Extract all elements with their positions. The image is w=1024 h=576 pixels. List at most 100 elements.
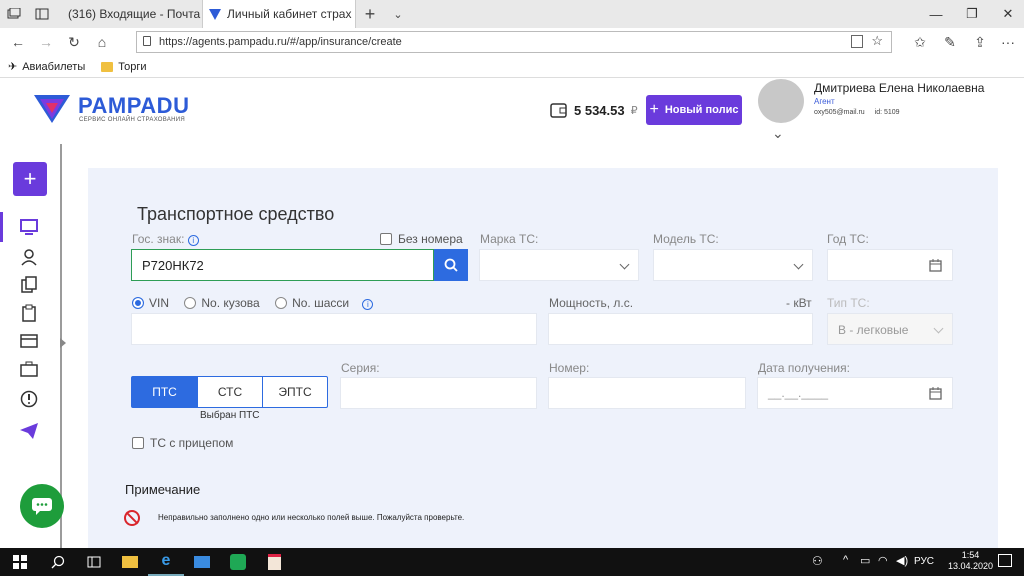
tray-chevron-up-icon[interactable]: ^ [843,554,848,566]
tab-actions-icon[interactable] [0,0,28,28]
search-icon [444,258,458,272]
forward-icon[interactable]: → [32,28,60,56]
pampadu-favicon-icon [209,8,221,20]
calendar-icon[interactable] [929,259,942,272]
more-icon[interactable]: ··· [994,28,1022,56]
clipboard-icon[interactable] [18,302,40,324]
sidebar-expand-icon[interactable] [60,338,66,348]
no-plate-label: Без номера [398,232,463,246]
card-icon[interactable] [18,330,40,352]
avatar[interactable] [758,79,804,123]
monitor-icon[interactable] [18,216,40,238]
notifications-icon[interactable] [998,554,1012,567]
edge-icon[interactable]: e [148,548,184,576]
back-icon[interactable]: ← [4,28,32,56]
language-indicator[interactable]: РУС [914,556,934,567]
doc-type-hint: Выбран ПТС [200,410,260,421]
trailer-checkbox-box[interactable] [132,437,144,449]
address-bar[interactable]: https://agents.pampadu.ru/#/app/insuranc… [136,31,892,53]
calendar-icon[interactable] [929,387,942,400]
radio-vin-dot[interactable] [132,297,144,309]
search-icon[interactable] [40,548,76,576]
share-icon[interactable]: ⇪ [966,28,994,56]
task-view-icon[interactable] [76,548,112,576]
plate-label-text: Гос. знак: [132,232,185,246]
file-explorer-icon[interactable] [112,548,148,576]
windows-start-icon[interactable] [0,548,40,576]
error-text: Неправильно заполнено одно или несколько… [158,513,465,522]
model-select[interactable] [653,249,813,281]
wifi-icon[interactable]: ◠ [878,554,888,567]
add-button[interactable]: + [13,162,47,196]
new-policy-button[interactable]: + Новый полис [646,95,742,125]
year-input[interactable] [827,249,953,281]
plate-search-button[interactable] [434,249,468,281]
people-icon[interactable]: ⚇ [812,554,823,568]
restore-icon[interactable]: ❐ [954,0,990,28]
series-input[interactable] [340,377,537,409]
tab-pampadu-label: Личный кабинет страх [227,7,352,21]
user-icon[interactable] [18,246,40,268]
url-text: https://agents.pampadu.ru/#/app/insuranc… [159,36,402,48]
clock[interactable]: 1:54 13.04.2020 [948,550,993,572]
telegram-icon[interactable] [18,420,40,442]
tab-mail[interactable]: (316) Входящие - Почта Ma [56,0,202,28]
chat-button[interactable] [20,484,64,528]
airplane-icon: ✈ [8,61,18,73]
info-icon[interactable]: i [362,299,374,310]
brand-select[interactable] [479,249,639,281]
series-label: Серия: [341,361,380,375]
refresh-icon[interactable]: ↻ [60,28,88,56]
alert-icon[interactable] [18,388,40,410]
doc-type-sts[interactable]: СТС [197,376,263,408]
radio-chassis-no[interactable]: No. шасси [275,296,349,310]
info-icon[interactable]: i [187,235,199,246]
vehicle-form-panel [88,168,998,548]
chevron-down-icon [619,259,630,270]
bookmark-tenders[interactable]: Торги [101,61,147,73]
plus-icon: + [649,101,659,118]
new-tab-icon[interactable]: + [356,0,384,28]
user-email: oxy505@mail.ru [814,109,865,116]
briefcase-icon[interactable] [18,358,40,380]
doc-type-epts[interactable]: ЭПТС [262,376,328,408]
home-icon[interactable]: ⌂ [88,28,116,56]
set-tabs-aside-icon[interactable] [28,0,56,28]
whatsapp-icon[interactable] [220,548,256,576]
model-label: Модель ТС: [653,232,719,246]
type-select[interactable]: В - легковые [827,313,953,345]
balance[interactable]: 5 534.53 ₽ [550,101,638,119]
radio-body-no-label: No. кузова [201,296,260,310]
logo-subtitle: СЕРВИС ОНЛАЙН СТРАХОВАНИЯ [79,117,186,123]
minimize-icon[interactable]: — [918,0,954,28]
copy-icon[interactable] [18,274,40,296]
pen-icon[interactable]: ✎ [936,28,964,56]
profile-chevron-down-icon[interactable]: ⌄ [772,125,784,142]
power-input[interactable] [548,313,813,345]
reading-view-icon[interactable] [851,35,863,48]
doc-type-pts[interactable]: ПТС [131,376,198,408]
document-app-icon[interactable] [256,548,292,576]
network-icon[interactable]: ▭ [860,554,870,567]
vin-input[interactable] [131,313,537,345]
no-plate-checkbox[interactable]: Без номера [380,232,463,246]
plate-input[interactable]: Р720НК72 [131,249,434,281]
tab-list-chevron-icon[interactable]: ⌄ [384,0,412,28]
user-name: Дмитриева Елена Николаевна [814,81,985,95]
mail-icon[interactable] [184,548,220,576]
radio-chassis-no-dot[interactable] [275,297,288,309]
volume-icon[interactable]: ◀) [896,554,908,567]
bookmark-flights[interactable]: ✈ Авиабилеты [8,60,85,74]
tab-pampadu[interactable]: Личный кабинет страх ✕ [202,0,356,28]
no-plate-checkbox-box[interactable] [380,233,392,245]
favorite-star-icon[interactable]: ☆ [871,33,883,49]
trailer-checkbox[interactable]: ТС с прицепом [132,436,233,450]
radio-body-no-dot[interactable] [184,297,197,309]
close-window-icon[interactable]: ✕ [990,0,1024,28]
radio-vin[interactable]: VIN [132,296,169,310]
number-input[interactable] [548,377,746,409]
date-input[interactable]: __.__.____ [757,377,953,409]
wallet-icon [550,103,567,118]
radio-body-no[interactable]: No. кузова [184,296,260,310]
favorites-icon[interactable]: ✩ [906,28,934,56]
